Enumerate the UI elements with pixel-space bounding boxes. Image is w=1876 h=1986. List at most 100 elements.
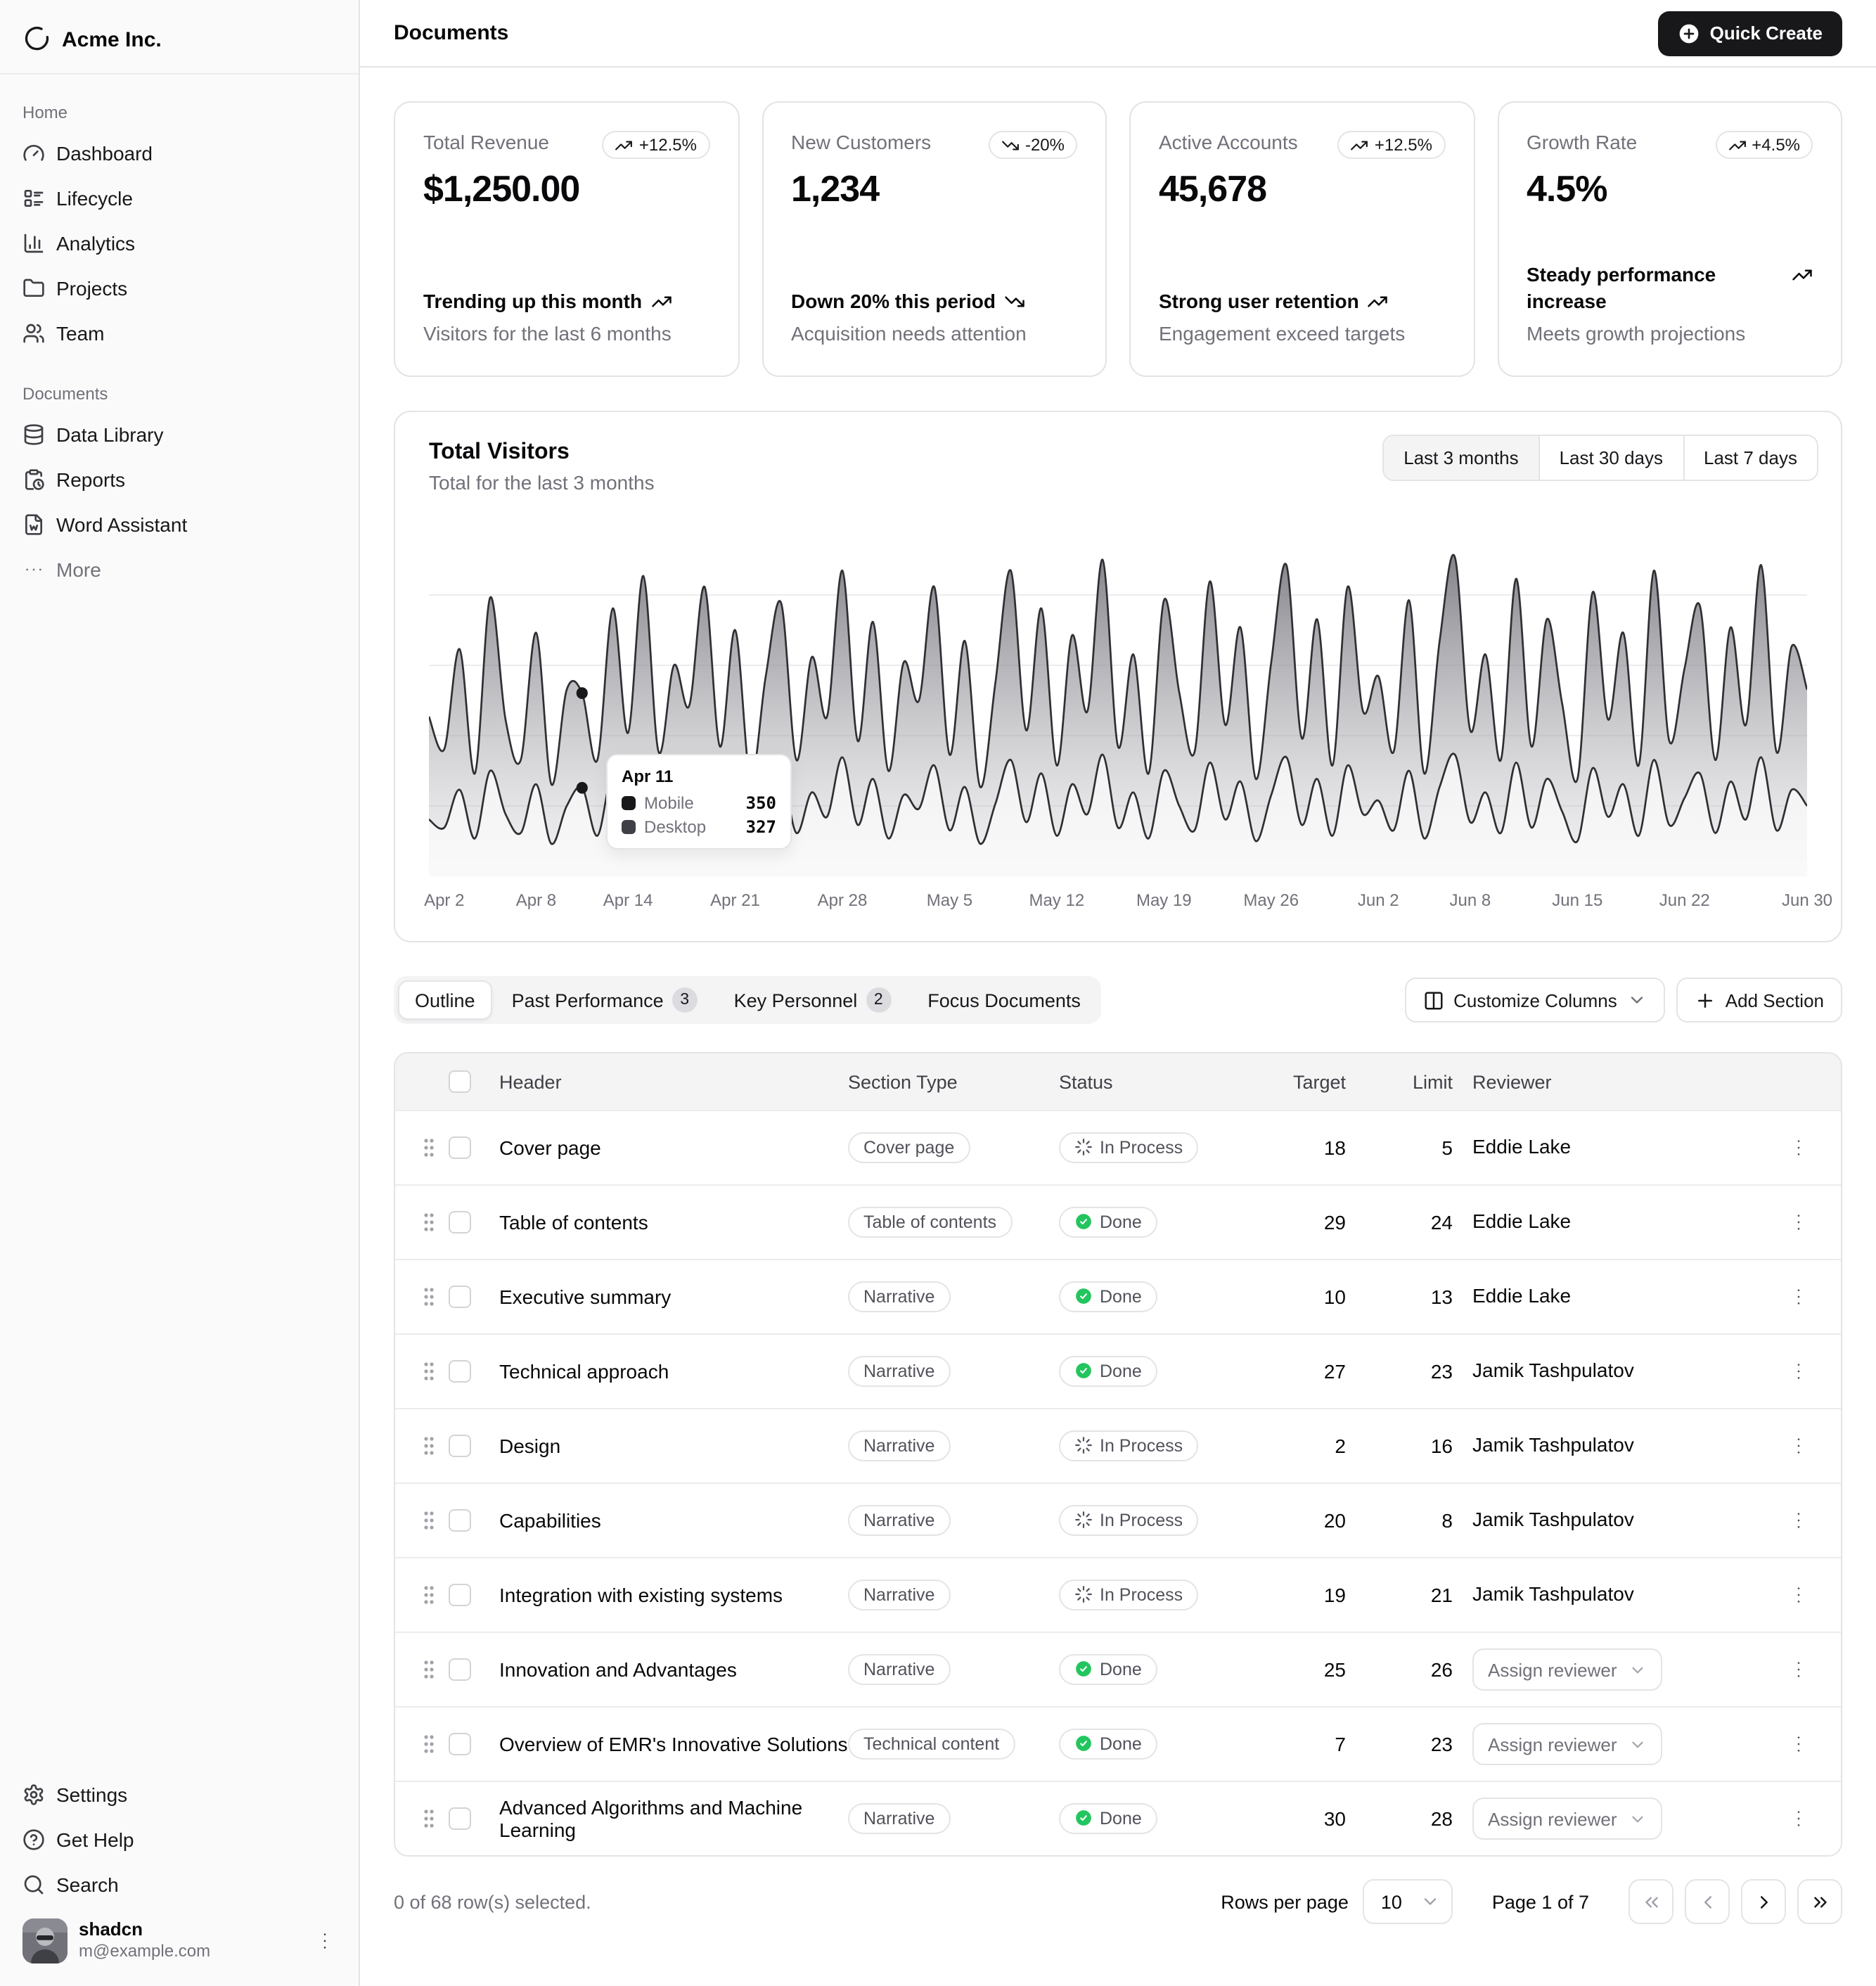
add-section-button[interactable]: Add Section: [1676, 978, 1842, 1023]
row-checkbox[interactable]: [449, 1658, 471, 1681]
page-title: Documents: [394, 21, 508, 45]
reviewer-name: Eddie Lake: [1472, 1210, 1571, 1232]
stat-footer-desc: Engagement exceed targets: [1159, 321, 1445, 347]
target-value: 2: [1273, 1435, 1366, 1457]
sidebar-item-analytics[interactable]: Analytics: [11, 221, 347, 266]
x-tick-label: Jun 22: [1659, 890, 1710, 910]
sidebar-section: Settings Get Help Search: [11, 1772, 347, 1907]
chart-plot[interactable]: Apr 11 Mobile 350 Desktop 327 Apr 2Apr 8…: [429, 525, 1807, 918]
tab-outline[interactable]: Outline: [398, 980, 492, 1020]
section-type-badge: Narrative: [848, 1803, 950, 1834]
rows-per-page-select[interactable]: 10: [1363, 1879, 1453, 1924]
row-header[interactable]: Table of contents: [499, 1211, 848, 1234]
row-menu-icon[interactable]: [1787, 1435, 1810, 1457]
row-checkbox[interactable]: [449, 1733, 471, 1755]
drag-handle-icon[interactable]: [419, 1806, 439, 1831]
assign-reviewer-select[interactable]: Assign reviewer: [1472, 1723, 1662, 1765]
row-menu-icon[interactable]: [1787, 1733, 1810, 1755]
sidebar-item-settings[interactable]: Settings: [11, 1772, 347, 1817]
tab-focus-documents[interactable]: Focus Documents: [911, 980, 1098, 1020]
row-checkbox[interactable]: [449, 1435, 471, 1457]
sidebar-item-data-library[interactable]: Data Library: [11, 412, 347, 457]
sidebar-item-word-assistant[interactable]: Word Assistant: [11, 502, 347, 547]
row-menu-icon[interactable]: [1787, 1807, 1810, 1830]
drag-handle-icon[interactable]: [419, 1135, 439, 1160]
row-menu-icon[interactable]: [1787, 1286, 1810, 1308]
sidebar-item-dashboard[interactable]: Dashboard: [11, 131, 347, 176]
limit-value: 16: [1366, 1435, 1472, 1457]
user-email: m@example.com: [79, 1941, 302, 1963]
row-header[interactable]: Design: [499, 1435, 848, 1457]
quick-create-button[interactable]: Quick Create: [1658, 11, 1842, 56]
loader-icon: [1074, 1437, 1093, 1455]
next-page-button[interactable]: [1741, 1879, 1786, 1924]
drag-handle-icon[interactable]: [419, 1508, 439, 1533]
assign-reviewer-select[interactable]: Assign reviewer: [1472, 1798, 1662, 1840]
row-checkbox[interactable]: [449, 1211, 471, 1234]
content: Total Revenue +12.5% $1,250.00 Trending …: [360, 68, 1876, 1958]
tab-past-performance[interactable]: Past Performance 3: [495, 980, 714, 1020]
row-header[interactable]: Integration with existing systems: [499, 1584, 848, 1606]
stat-value: 45,678: [1159, 167, 1445, 211]
row-checkbox[interactable]: [449, 1584, 471, 1606]
row-checkbox[interactable]: [449, 1509, 471, 1532]
trending-up-icon: [615, 136, 634, 154]
row-header[interactable]: Innovation and Advantages: [499, 1658, 848, 1681]
reviewer-name: Jamik Tashpulatov: [1472, 1582, 1634, 1605]
row-header[interactable]: Executive summary: [499, 1286, 848, 1308]
row-checkbox[interactable]: [449, 1136, 471, 1159]
user-menu[interactable]: shadcn m@example.com: [11, 1907, 347, 1975]
sidebar-item-lifecycle[interactable]: Lifecycle: [11, 176, 347, 221]
row-header[interactable]: Cover page: [499, 1136, 848, 1159]
customize-columns-button[interactable]: Customize Columns: [1404, 978, 1665, 1023]
row-header[interactable]: Technical approach: [499, 1360, 848, 1383]
sidebar-item-more[interactable]: More: [11, 547, 347, 592]
row-menu-icon[interactable]: [1787, 1584, 1810, 1606]
row-header[interactable]: Capabilities: [499, 1509, 848, 1532]
drag-handle-icon[interactable]: [419, 1433, 439, 1459]
sidebar-item-get-help[interactable]: Get Help: [11, 1817, 347, 1862]
stat-value: $1,250.00: [423, 167, 709, 211]
drag-handle-icon[interactable]: [419, 1359, 439, 1384]
row-menu-icon[interactable]: [1787, 1136, 1810, 1159]
status-badge: Done: [1059, 1207, 1157, 1238]
sidebar-item-projects[interactable]: Projects: [11, 266, 347, 311]
range-option-last-3-months[interactable]: Last 3 months: [1384, 436, 1538, 480]
section-type-badge: Table of contents: [848, 1207, 1012, 1238]
section-type-badge: Narrative: [848, 1654, 950, 1685]
stat-card: Total Revenue +12.5% $1,250.00 Trending …: [394, 101, 739, 377]
chevron-left-icon: [1697, 1891, 1718, 1912]
drag-handle-icon[interactable]: [419, 1731, 439, 1757]
row-checkbox[interactable]: [449, 1807, 471, 1830]
first-page-button[interactable]: [1628, 1879, 1673, 1924]
row-header[interactable]: Advanced Algorithms and Machine Learning: [499, 1796, 848, 1841]
prev-page-button[interactable]: [1685, 1879, 1730, 1924]
row-menu-icon[interactable]: [1787, 1658, 1810, 1681]
range-option-last-30-days[interactable]: Last 30 days: [1538, 436, 1683, 480]
select-all-checkbox[interactable]: [449, 1070, 471, 1093]
drag-handle-icon[interactable]: [419, 1210, 439, 1235]
col-header: Header: [499, 1071, 848, 1092]
drag-handle-icon[interactable]: [419, 1657, 439, 1682]
table-footer: 0 of 68 row(s) selected. Rows per page 1…: [394, 1879, 1842, 1924]
row-menu-icon[interactable]: [1787, 1509, 1810, 1532]
trend-badge: +12.5%: [603, 131, 709, 159]
more-vertical-icon[interactable]: [314, 1930, 336, 1952]
row-checkbox[interactable]: [449, 1286, 471, 1308]
stat-footer-desc: Visitors for the last 6 months: [423, 321, 709, 347]
org-switcher[interactable]: Acme Inc.: [11, 11, 347, 68]
tab-key-personnel[interactable]: Key Personnel 2: [717, 980, 908, 1020]
row-header[interactable]: Overview of EMR's Innovative Solutions: [499, 1733, 848, 1755]
sidebar-item-team[interactable]: Team: [11, 311, 347, 356]
sidebar-item-reports[interactable]: Reports: [11, 457, 347, 502]
row-checkbox[interactable]: [449, 1360, 471, 1383]
acme-logo-icon: [23, 25, 51, 53]
sidebar-item-search[interactable]: Search: [11, 1862, 347, 1907]
last-page-button[interactable]: [1797, 1879, 1842, 1924]
assign-reviewer-select[interactable]: Assign reviewer: [1472, 1648, 1662, 1691]
range-option-last-7-days[interactable]: Last 7 days: [1683, 436, 1817, 480]
row-menu-icon[interactable]: [1787, 1360, 1810, 1383]
drag-handle-icon[interactable]: [419, 1582, 439, 1608]
drag-handle-icon[interactable]: [419, 1284, 439, 1309]
row-menu-icon[interactable]: [1787, 1211, 1810, 1234]
